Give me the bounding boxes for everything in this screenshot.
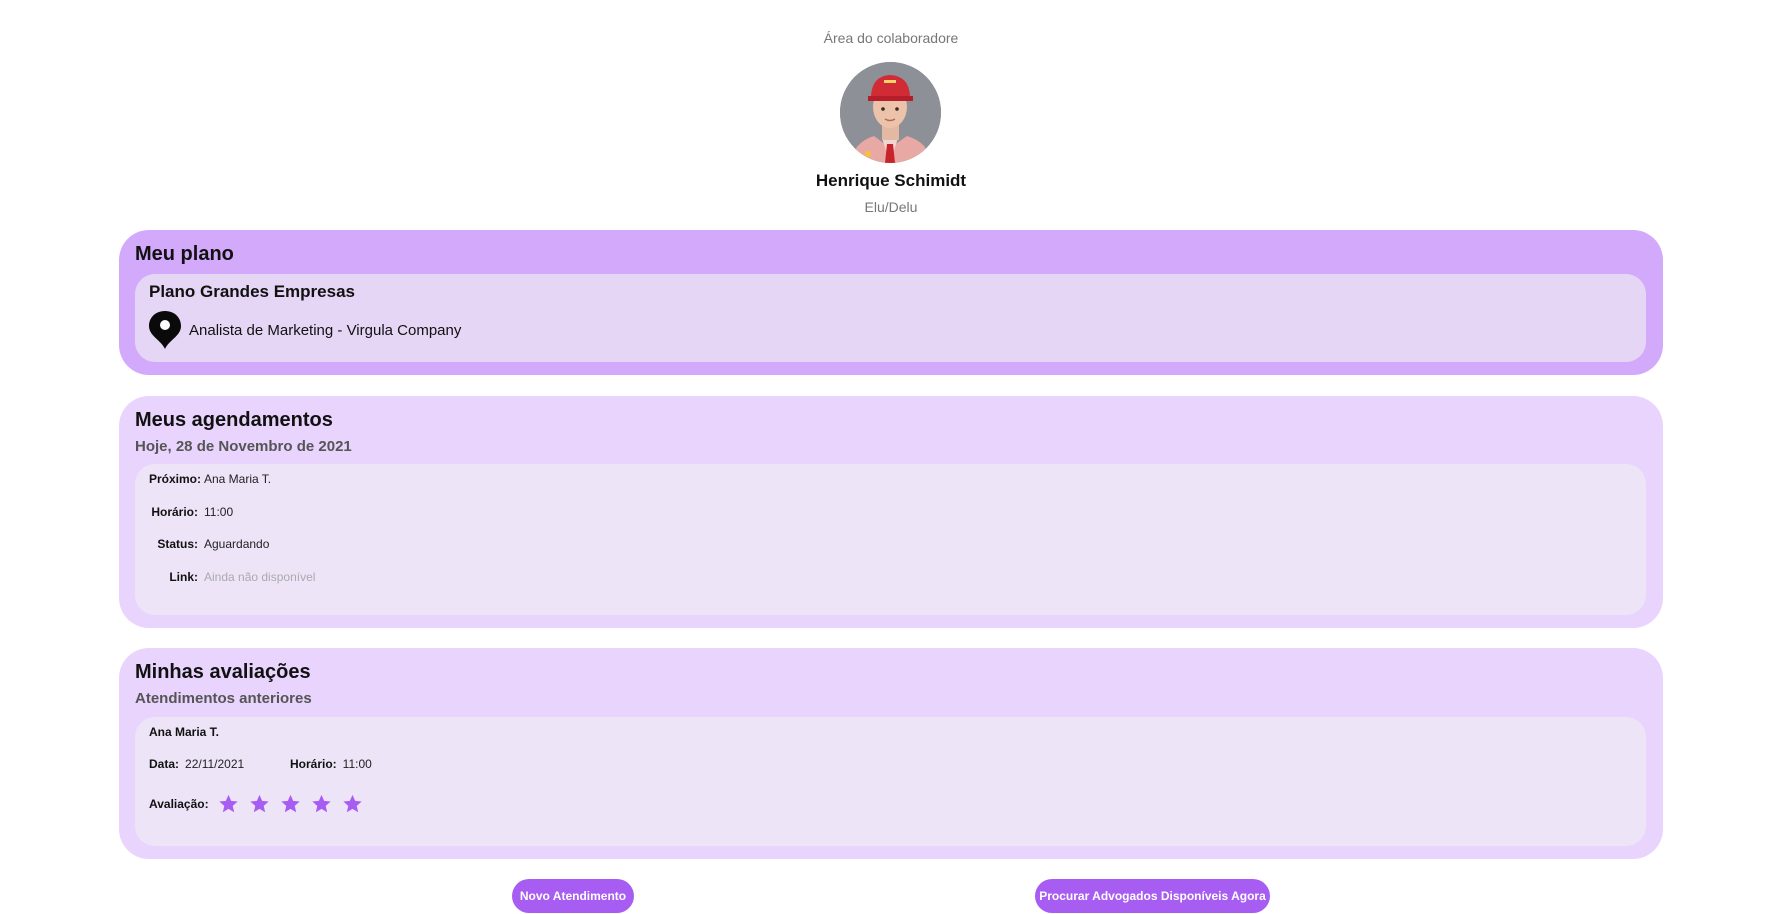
schedule-label: Status: [157, 537, 198, 551]
location-pin-icon [149, 311, 181, 349]
schedule-link-value: Ainda não disponível [204, 570, 316, 584]
search-lawyers-button[interactable]: Procurar Advogados Disponíveis Agora [1035, 879, 1270, 913]
schedule-row-next: Próximo: Ana Maria T. [149, 472, 271, 486]
schedule-row-link: Link: Ainda não disponível [149, 570, 315, 584]
evaluation-time-label: Horário: [290, 757, 337, 771]
plan-role-row: Analista de Marketing - Virgula Company [148, 310, 461, 350]
evaluation-time: Horário: 11:00 [290, 757, 372, 771]
evaluations-subtitle: Atendimentos anteriores [135, 690, 312, 707]
schedule-row-status: Status: Aguardando [149, 537, 269, 551]
star-icon[interactable] [248, 793, 271, 815]
plan-card: Meu plano Plano Grandes Empresas Analist… [119, 230, 1663, 375]
profile-name: Henrique Schimidt [815, 171, 967, 190]
plan-details: Plano Grandes Empresas Analista de Marke… [135, 274, 1646, 362]
schedule-label: Horário: [151, 505, 198, 519]
evaluation-date-label: Data: [149, 757, 180, 771]
schedule-value: Aguardando [204, 537, 270, 551]
evaluation-person: Ana Maria T. [149, 725, 220, 739]
star-icon[interactable] [341, 793, 364, 815]
evaluation-date: Data: 22/11/2021 [149, 757, 244, 771]
evaluation-rating: Avaliação: [149, 793, 372, 815]
evaluation-rating-label: Avaliação: [149, 797, 209, 811]
schedule-value: 11:00 [204, 505, 234, 519]
rating-stars[interactable] [217, 793, 372, 815]
plan-role: Analista de Marketing - Virgula Company [189, 321, 462, 339]
evaluation-item: Ana Maria T. Data: 22/11/2021 Horário: 1… [135, 717, 1646, 846]
new-appointment-button[interactable]: Novo Atendimento [512, 879, 634, 913]
evaluation-date-value: 22/11/2021 [185, 757, 245, 771]
schedule-label: Link: [169, 570, 198, 584]
schedule-label: Próximo: [149, 472, 202, 486]
star-icon[interactable] [310, 793, 333, 815]
plan-card-title: Meu plano [135, 243, 234, 265]
profile-pronouns: Elu/Delu [864, 199, 918, 215]
evaluations-card-title: Minhas avaliações [135, 661, 311, 683]
star-icon[interactable] [279, 793, 302, 815]
schedule-date: Hoje, 28 de Novembro de 2021 [135, 438, 352, 455]
schedule-value: Ana Maria T. [204, 472, 272, 486]
schedule-row-time: Horário: 11:00 [149, 505, 233, 519]
schedule-card-title: Meus agendamentos [135, 409, 333, 431]
avatar[interactable] [840, 62, 941, 163]
schedule-card: Meus agendamentos Hoje, 28 de Novembro d… [119, 396, 1663, 628]
evaluations-card: Minhas avaliações Atendimentos anteriore… [119, 648, 1663, 859]
plan-name: Plano Grandes Empresas [149, 282, 355, 301]
area-label: Área do colaboradore [823, 30, 959, 46]
star-icon[interactable] [217, 793, 240, 815]
evaluation-time-value: 11:00 [342, 757, 372, 771]
schedule-details: Próximo: Ana Maria T. Horário: 11:00 Sta… [135, 464, 1646, 615]
collaborator-page: Área do colaboradore Henrique Schimidt E… [0, 0, 1768, 914]
